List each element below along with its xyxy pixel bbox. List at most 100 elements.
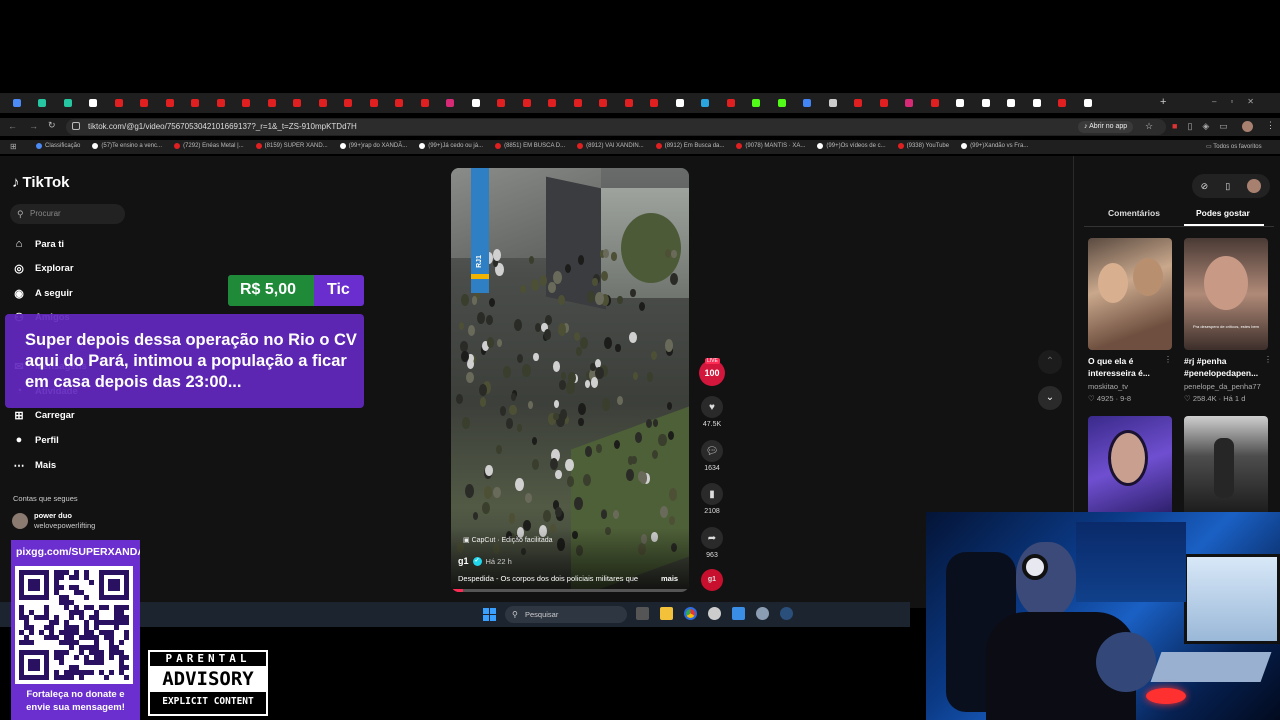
browser-tab[interactable] bbox=[973, 93, 999, 113]
browser-tab[interactable] bbox=[514, 93, 540, 113]
video-player[interactable]: RJ1 ▣ CapCut · Edição facilitada g1 ✓ Há… bbox=[451, 168, 689, 592]
nav-item-compass[interactable]: ◎ Explorar bbox=[12, 261, 73, 275]
browser-tab[interactable] bbox=[1075, 93, 1101, 113]
video-author[interactable]: g1 ✓ Há 22 h bbox=[458, 556, 512, 566]
bookmark-item[interactable]: Classificação bbox=[36, 143, 80, 149]
sound-disc[interactable]: g1 bbox=[698, 569, 726, 591]
more-link[interactable]: mais bbox=[661, 574, 678, 583]
browser-tab[interactable] bbox=[846, 93, 872, 113]
forward-icon[interactable]: → bbox=[29, 121, 38, 131]
profile-avatar[interactable] bbox=[1242, 121, 1253, 132]
suggestion-thumb[interactable] bbox=[1184, 416, 1268, 516]
browser-tab[interactable] bbox=[157, 93, 183, 113]
taskbar-search[interactable]: ⚲ Pesquisar bbox=[505, 606, 627, 623]
browser-tab[interactable] bbox=[999, 93, 1025, 113]
browser-tab[interactable] bbox=[234, 93, 260, 113]
browser-tab[interactable] bbox=[693, 93, 719, 113]
nav-item-profile[interactable]: ● Perfil bbox=[12, 433, 59, 447]
browser-tab[interactable] bbox=[922, 93, 948, 113]
coins-icon[interactable]: ⊘ bbox=[1201, 181, 1209, 192]
browser-tab[interactable] bbox=[4, 93, 30, 113]
bookmark-item[interactable]: (99+)Os vídeos de c... bbox=[817, 143, 886, 149]
url-field[interactable]: tiktok.com/@g1/video/7567053042101669137… bbox=[66, 119, 1166, 135]
suggestion-caption[interactable]: O que ela é interesseira é... bbox=[1088, 355, 1158, 379]
suggestion-more-icon[interactable]: ⋮ bbox=[1264, 355, 1272, 364]
task-view-icon[interactable] bbox=[636, 607, 649, 620]
user-avatar[interactable] bbox=[1247, 179, 1262, 193]
nav-item-home[interactable]: ⌂ Para ti bbox=[12, 237, 64, 251]
browser-tab[interactable] bbox=[1024, 93, 1050, 113]
bookmark-item[interactable]: (8851) EM BUSCA D... bbox=[495, 143, 565, 149]
nav-item-more[interactable]: ⋯ Mais bbox=[12, 458, 57, 472]
apps-icon[interactable]: ⊞ bbox=[10, 142, 17, 151]
browser-tab[interactable] bbox=[106, 93, 132, 113]
browser-tab[interactable] bbox=[616, 93, 642, 113]
suggestion-caption[interactable]: #rj #penha #penelopedapen... bbox=[1184, 355, 1266, 379]
new-tab-button[interactable]: + bbox=[1160, 96, 1166, 108]
browser-tab[interactable] bbox=[540, 93, 566, 113]
browser-tab[interactable] bbox=[769, 93, 795, 113]
browser-tab[interactable] bbox=[81, 93, 107, 113]
tiktok-logo[interactable]: ♪ TikTok bbox=[12, 174, 69, 191]
share-button[interactable]: ➦ 963 bbox=[698, 527, 726, 559]
browser-tab[interactable] bbox=[132, 93, 158, 113]
bookmark-item[interactable]: (8912) VAI XANDIN... bbox=[577, 143, 644, 149]
capcut-tag[interactable]: ▣ CapCut · Edição facilitada bbox=[463, 536, 553, 544]
previous-video-button[interactable]: ⌃ bbox=[1038, 350, 1062, 374]
browser-tab[interactable] bbox=[310, 93, 336, 113]
browser-tab[interactable] bbox=[948, 93, 974, 113]
browser-tab[interactable] bbox=[1050, 93, 1076, 113]
device-icon[interactable]: ▯ bbox=[1225, 181, 1230, 192]
browser-tab[interactable] bbox=[897, 93, 923, 113]
comment-button[interactable]: 💬︎ 1634 bbox=[698, 440, 726, 472]
browser-tab[interactable] bbox=[336, 93, 362, 113]
bookmark-item[interactable]: (9078) MANTIS · XA... bbox=[736, 143, 805, 149]
suggestion-more-icon[interactable]: ⋮ bbox=[1164, 355, 1172, 364]
extension-icons[interactable]: ■▯◈▭ bbox=[1172, 121, 1238, 132]
video-progress[interactable] bbox=[451, 589, 689, 592]
site-settings-icon[interactable] bbox=[72, 122, 80, 130]
tab-comments[interactable]: Comentários bbox=[1108, 208, 1160, 218]
file-explorer-icon[interactable] bbox=[660, 607, 673, 620]
browser-tab[interactable] bbox=[463, 93, 489, 113]
window-controls[interactable]: –▫✕ bbox=[1212, 97, 1268, 106]
browser-tab[interactable] bbox=[489, 93, 515, 113]
browser-tab[interactable] bbox=[387, 93, 413, 113]
browser-tab[interactable] bbox=[259, 93, 285, 113]
browser-tab[interactable] bbox=[871, 93, 897, 113]
browser-tab[interactable] bbox=[55, 93, 81, 113]
following-account[interactable]: power duo welovepowerlifting bbox=[12, 511, 95, 531]
nav-item-following[interactable]: ◉ A seguir bbox=[12, 286, 72, 300]
browser-tab[interactable] bbox=[412, 93, 438, 113]
bookmark-item[interactable]: (57)Te ensino a venc... bbox=[92, 143, 162, 149]
back-icon[interactable]: ← bbox=[8, 121, 17, 131]
next-video-button[interactable]: ⌄ bbox=[1038, 386, 1062, 410]
reload-icon[interactable]: ↻ bbox=[48, 120, 56, 131]
obs-icon[interactable] bbox=[708, 607, 721, 620]
bookmark-item[interactable]: (99+)Já cedo ou já... bbox=[419, 143, 483, 149]
suggestion-thumb[interactable]: Pra desespero de críticos, estes bem bbox=[1184, 238, 1268, 350]
bookmark-item[interactable]: (9338) YouTube bbox=[897, 143, 949, 149]
suggestion-author[interactable]: penelope_da_penha77 bbox=[1184, 382, 1261, 391]
browser-tab[interactable] bbox=[30, 93, 56, 113]
bookmark-star-icon[interactable]: ☆ bbox=[1145, 121, 1153, 132]
browser-tab[interactable] bbox=[183, 93, 209, 113]
suggestion-thumb[interactable] bbox=[1088, 238, 1172, 350]
save-button[interactable]: ▮ 2108 bbox=[698, 483, 726, 515]
chrome-icon[interactable] bbox=[684, 607, 697, 620]
bookmark-item[interactable]: (7292) Enéas Metal |... bbox=[174, 143, 244, 149]
settings-icon[interactable] bbox=[756, 607, 769, 620]
search-input[interactable]: ⚲ Procurar bbox=[10, 204, 125, 224]
open-in-app-button[interactable]: ♪ Abrir no app bbox=[1078, 121, 1134, 133]
browser-tab[interactable] bbox=[438, 93, 464, 113]
browser-tab[interactable] bbox=[208, 93, 234, 113]
tab-you-may-like[interactable]: Podes gostar bbox=[1196, 208, 1250, 218]
suggestion-author[interactable]: moskitao_tv bbox=[1088, 382, 1128, 391]
browser-tab[interactable] bbox=[718, 93, 744, 113]
browser-menu-icon[interactable]: ⋮ bbox=[1266, 120, 1275, 131]
browser-tab[interactable] bbox=[820, 93, 846, 113]
browser-tab[interactable] bbox=[361, 93, 387, 113]
bookmark-item[interactable]: (99+)Xandão vs Fra... bbox=[961, 143, 1028, 149]
browser-tab[interactable] bbox=[667, 93, 693, 113]
bookmark-item[interactable]: (8912) Em Busca da... bbox=[655, 143, 724, 149]
